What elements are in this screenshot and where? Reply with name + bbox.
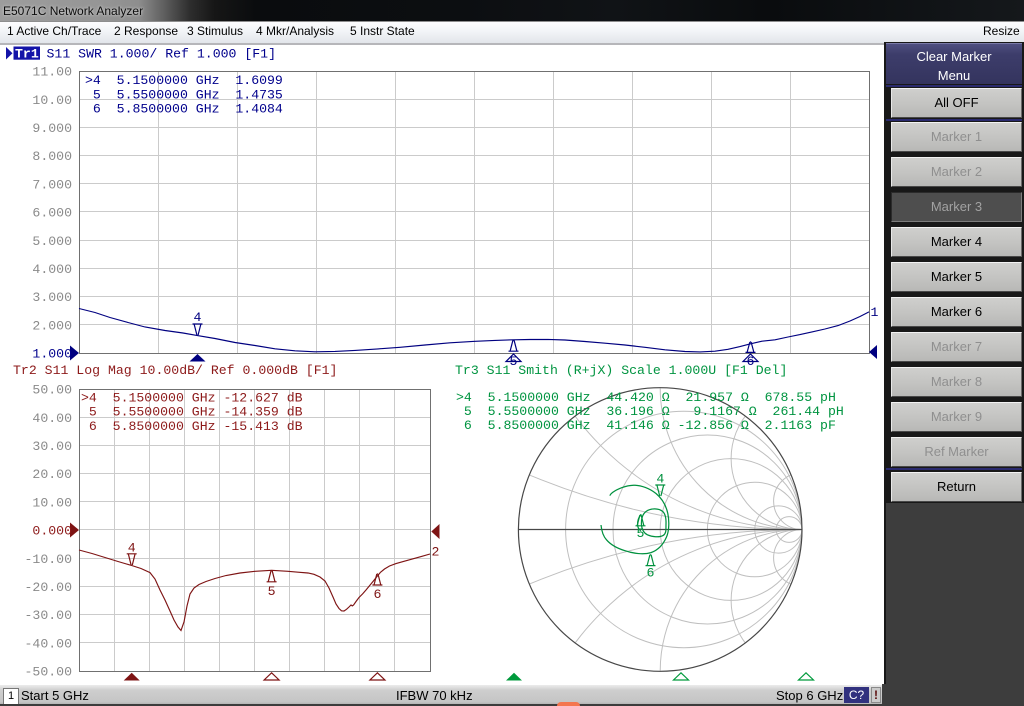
svg-text:2: 2 xyxy=(432,545,440,560)
svg-text:11.00: 11.00 xyxy=(32,65,72,80)
svg-text:-40.00: -40.00 xyxy=(25,636,73,651)
svg-text:S11 SWR 1.000/ Ref 1.000 [F1]: S11 SWR 1.000/ Ref 1.000 [F1] xyxy=(47,47,277,62)
svg-text:6 5.8500000 GHz 41.146 Ω -12: 6 5.8500000 GHz 41.146 Ω -12.856 Ω 2.116… xyxy=(456,418,836,433)
svg-text:40.00: 40.00 xyxy=(32,411,72,426)
svg-text:10.00: 10.00 xyxy=(32,495,72,510)
svg-text:10.00: 10.00 xyxy=(32,93,72,108)
svg-text:5.000: 5.000 xyxy=(32,234,72,249)
svg-text:5 5.5500000 GHz -14.359 dB: 5 5.5500000 GHz -14.359 dB xyxy=(81,405,303,420)
svg-text:Tr2 S11 Log Mag 10.00dB/ Ref 0: Tr2 S11 Log Mag 10.00dB/ Ref 0.000dB [F1… xyxy=(13,363,337,378)
svg-text:Tr3 S11 Smith (R+jX) Scale 1.0: Tr3 S11 Smith (R+jX) Scale 1.000U [F1 De… xyxy=(455,363,787,378)
svg-text:3.000: 3.000 xyxy=(32,290,72,305)
svg-text:30.00: 30.00 xyxy=(32,439,72,454)
svg-text:>4 5.1500000 GHz 44.420 Ω 2: >4 5.1500000 GHz 44.420 Ω 21.957 Ω 678.5… xyxy=(456,390,836,405)
svg-text:5: 5 xyxy=(637,526,645,541)
svg-text:7.000: 7.000 xyxy=(32,177,72,192)
svg-text:9.000: 9.000 xyxy=(32,121,72,136)
svg-text:6: 6 xyxy=(647,566,655,581)
svg-text:2.000: 2.000 xyxy=(32,318,72,333)
svg-text:5 5.5500000 GHz 1.4735: 5 5.5500000 GHz 1.4735 xyxy=(85,87,283,102)
svg-text:>4 5.1500000 GHz -12.627 dB: >4 5.1500000 GHz -12.627 dB xyxy=(81,391,303,406)
svg-text:5 5.5500000 GHz 36.196 Ω 9: 5 5.5500000 GHz 36.196 Ω 9.1167 Ω 261.44… xyxy=(456,404,844,419)
svg-text:1: 1 xyxy=(871,305,879,320)
svg-text:50.00: 50.00 xyxy=(32,383,72,398)
svg-text:1.000: 1.000 xyxy=(32,347,72,362)
svg-text:6 5.8500000 GHz -15.413 dB: 6 5.8500000 GHz -15.413 dB xyxy=(81,419,303,434)
svg-text:4.000: 4.000 xyxy=(32,262,72,277)
svg-text:-50.00: -50.00 xyxy=(25,665,73,680)
svg-text:6: 6 xyxy=(373,587,381,602)
svg-text:4: 4 xyxy=(656,472,664,487)
svg-text:>4 5.1500000 GHz 1.6099: >4 5.1500000 GHz 1.6099 xyxy=(85,73,283,88)
svg-text:6.000: 6.000 xyxy=(32,206,72,221)
svg-text:4: 4 xyxy=(194,310,202,325)
svg-text:Tr1: Tr1 xyxy=(15,46,39,61)
svg-text:20.00: 20.00 xyxy=(32,467,72,482)
svg-text:4: 4 xyxy=(128,541,136,556)
svg-text:-30.00: -30.00 xyxy=(25,608,73,623)
svg-text:6 5.8500000 GHz 1.4084: 6 5.8500000 GHz 1.4084 xyxy=(85,102,283,117)
svg-text:8.000: 8.000 xyxy=(32,149,72,164)
svg-text:-10.00: -10.00 xyxy=(25,552,73,567)
svg-text:-20.00: -20.00 xyxy=(25,580,73,595)
svg-text:0.000: 0.000 xyxy=(32,524,72,539)
svg-text:5: 5 xyxy=(268,584,276,599)
